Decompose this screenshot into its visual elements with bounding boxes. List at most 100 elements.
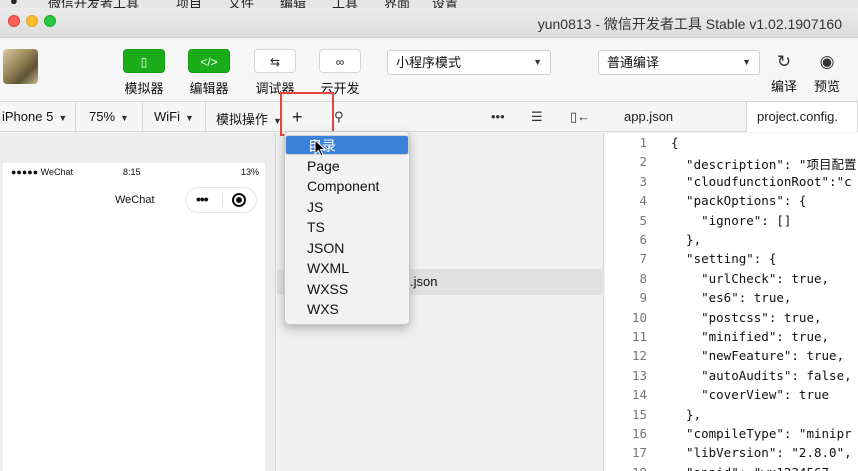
highlight-box xyxy=(280,92,334,136)
code-editor[interactable]: 123456789101112131415161718 { "descripti… xyxy=(605,133,858,471)
code-line: }, xyxy=(671,406,702,422)
avatar[interactable] xyxy=(3,49,38,84)
chevron-down-icon: ▼ xyxy=(120,113,129,123)
mode-select[interactable]: 小程序模式 ▼ xyxy=(387,50,551,75)
line-number: 1 xyxy=(639,135,647,150)
simulate-ops-select[interactable]: 模拟操作 ▼ xyxy=(216,109,282,128)
menu-item-wxml[interactable]: WXML xyxy=(285,258,409,278)
code-line: "newFeature": true, xyxy=(671,348,845,364)
menu-tools[interactable]: 工具 xyxy=(332,0,358,8)
line-number: 17 xyxy=(631,445,647,461)
code-line: "cloudfunctionRoot":"c xyxy=(671,173,852,189)
battery-indicator: 13% xyxy=(241,167,260,177)
phone-screen[interactable]: ●●●●● WeChat 8:15 13% WeChat ••• xyxy=(3,163,265,471)
line-number: 3 xyxy=(639,173,647,189)
code-line: "urlCheck": true, xyxy=(671,270,830,286)
capsule-menu[interactable]: ••• xyxy=(185,187,257,213)
device-select[interactable]: iPhone 5 ▼ xyxy=(2,109,67,124)
close-circle-icon[interactable] xyxy=(232,193,246,207)
preview-button[interactable]: ◉ 预览 xyxy=(809,51,845,95)
line-number: 18 xyxy=(617,465,647,471)
device-value: iPhone 5 xyxy=(2,109,54,124)
code-line: "minified": true, xyxy=(671,329,830,344)
simulator-bar: iPhone 5 ▼ 75% ▼ WiFi ▼ 模拟操作 ▼ + ⚲ ••• ☰ ▯← xyxy=(0,102,858,132)
more-icon[interactable]: ••• xyxy=(491,109,505,124)
menu-item-page[interactable]: Page xyxy=(285,156,409,176)
preview-label: 预览 xyxy=(813,79,840,94)
line-number: 5 xyxy=(639,212,647,228)
divider xyxy=(222,194,223,207)
menu-item-wxss[interactable]: WXSS xyxy=(285,279,409,299)
cloud-link-icon: ∞ xyxy=(319,49,361,73)
nav-title: WeChat xyxy=(115,194,155,206)
status-time: 8:15 xyxy=(123,167,141,177)
compile-button[interactable]: ↻ 编译 xyxy=(766,51,802,95)
main-toolbar: ▯ 模拟器 </> 编辑器 ⇆ 调试器 ∞ 云开发 小程序模式 ▼ 普通编译 ▼… xyxy=(0,39,858,102)
zoom-value: 75% xyxy=(89,109,116,124)
menu-file[interactable]: 文件 xyxy=(228,0,254,8)
divider xyxy=(142,102,143,132)
chevron-down-icon: ▼ xyxy=(58,113,68,123)
eye-icon: ◉ xyxy=(819,52,835,71)
line-number: 16 xyxy=(631,426,647,441)
cloud-dev-button[interactable]: ∞ 云开发 xyxy=(316,49,364,97)
menu-settings[interactable]: 设置 xyxy=(432,0,458,8)
line-gutter: 123456789101112131415161718 xyxy=(605,133,655,471)
tab-app-json[interactable]: app.json xyxy=(614,102,683,132)
zoom-window-button[interactable] xyxy=(44,15,56,27)
mode-select-value: 小程序模式 xyxy=(396,55,462,70)
menu-item-js[interactable]: JS xyxy=(285,197,409,217)
menu-edit[interactable]: 编辑 xyxy=(280,0,306,8)
apple-menu-icon[interactable]: ● xyxy=(10,0,18,8)
line-number: 14 xyxy=(631,387,647,403)
search-icon[interactable]: ⚲ xyxy=(334,109,344,125)
menu-item-json[interactable]: JSON xyxy=(285,238,409,258)
code-icon: </> xyxy=(188,49,230,73)
simulator-label: 模拟器 xyxy=(124,81,164,96)
code-line: "appid": "wx1234567 xyxy=(671,465,829,471)
editor-button[interactable]: </> 编辑器 xyxy=(185,49,233,97)
more-dots-icon[interactable]: ••• xyxy=(196,191,209,207)
code-line: "libVersion": "2.8.0", xyxy=(671,445,852,461)
debug-icon: ⇆ xyxy=(254,49,296,73)
title-bar: yun0813 - 微信开发者工具 Stable v1.02.1907160 xyxy=(0,8,858,38)
simulator-button[interactable]: ▯ 模拟器 xyxy=(120,49,168,97)
line-number: 6 xyxy=(639,232,647,247)
zoom-select[interactable]: 75% ▼ xyxy=(89,109,129,124)
tab-project-config[interactable]: project.config. xyxy=(746,102,858,132)
network-select[interactable]: WiFi ▼ xyxy=(154,109,194,124)
menu-item-ts[interactable]: TS xyxy=(285,217,409,237)
chevron-down-icon: ▼ xyxy=(185,113,194,123)
refresh-icon: ↻ xyxy=(776,52,792,71)
collapse-icon[interactable]: ☰ xyxy=(531,109,543,125)
menu-item-wxs[interactable]: WXS xyxy=(285,299,409,319)
layout-icon[interactable]: ▯← xyxy=(570,109,590,125)
line-number: 15 xyxy=(631,406,647,422)
line-number: 10 xyxy=(631,309,647,325)
code-line: { xyxy=(671,135,679,150)
line-number: 12 xyxy=(631,348,647,364)
compile-select[interactable]: 普通编译 ▼ xyxy=(598,50,760,75)
code-line: "setting": { xyxy=(671,251,777,267)
line-number: 9 xyxy=(639,290,647,306)
menu-project[interactable]: 项目 xyxy=(176,0,202,8)
menu-item-component[interactable]: Component xyxy=(285,176,409,196)
signal-indicator: ●●●●● WeChat xyxy=(11,167,74,177)
menu-item-folder[interactable]: 目录 xyxy=(285,135,409,155)
code-line: "description": "项目配置 xyxy=(671,157,857,173)
editor-label: 编辑器 xyxy=(189,81,229,96)
tree-row-label: .json xyxy=(410,274,438,289)
line-number: 7 xyxy=(639,251,647,267)
divider xyxy=(205,102,206,132)
chevron-down-icon: ▼ xyxy=(742,57,751,67)
simulator-panel: ●●●●● WeChat 8:15 13% WeChat ••• xyxy=(0,133,276,471)
minimize-window-button[interactable] xyxy=(26,15,38,27)
close-window-button[interactable] xyxy=(8,15,20,27)
code-line: "autoAudits": false, xyxy=(671,367,852,383)
line-number: 4 xyxy=(639,193,647,209)
code-line: "compileType": "minipr xyxy=(671,426,852,441)
menu-app[interactable]: 微信开发者工具 xyxy=(48,0,139,8)
status-bar: ●●●●● WeChat 8:15 13% xyxy=(3,165,265,179)
menu-view[interactable]: 界面 xyxy=(384,0,410,8)
debugger-button[interactable]: ⇆ 调试器 xyxy=(251,49,299,97)
